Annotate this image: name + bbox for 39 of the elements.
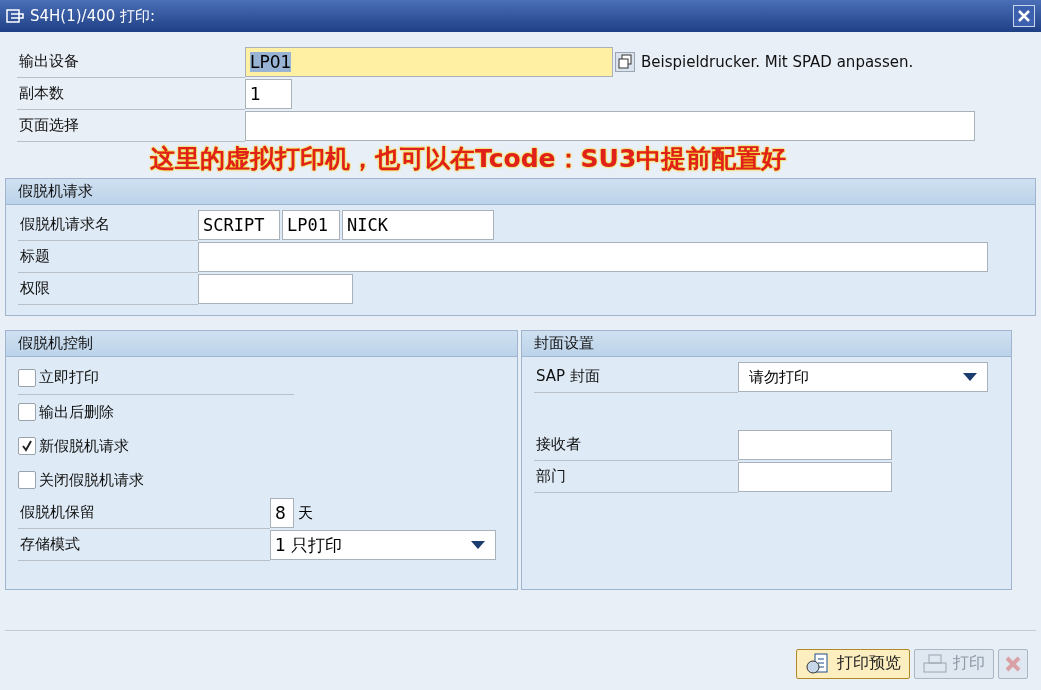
checkbox-label: 关闭假脱机请求	[39, 470, 144, 490]
dropdown-caret-icon	[471, 541, 485, 549]
cancel-button[interactable]	[998, 648, 1028, 679]
input-field[interactable]: LP01	[245, 47, 613, 77]
input-field[interactable]	[738, 462, 892, 492]
checkbox[interactable]	[18, 368, 36, 387]
annotation-text: 这里的虚拟打印机，也可以在Tcode：SU3中提前配置好	[149, 143, 788, 175]
input-field[interactable]	[245, 111, 975, 141]
document-icon	[805, 652, 831, 675]
input-field[interactable]	[198, 274, 353, 304]
input-field[interactable]: LP01	[282, 210, 340, 240]
checkbox-label: 新假脱机请求	[39, 436, 129, 456]
dropdown-caret-icon	[963, 373, 977, 381]
group-title: 假脱机控制	[6, 331, 517, 357]
window-title: S4H(1)/400 打印:	[30, 6, 157, 26]
print-preview-button[interactable]: 打印预览	[796, 648, 910, 679]
checkbox[interactable]	[18, 471, 36, 489]
input-field[interactable]	[738, 430, 892, 460]
printer-icon	[923, 653, 947, 674]
close-button[interactable]	[1013, 5, 1035, 27]
checkbox[interactable]	[18, 403, 36, 421]
input-field[interactable]	[198, 242, 988, 272]
checkbox-label: 输出后删除	[39, 402, 114, 422]
input-field[interactable]: 8	[270, 498, 294, 528]
input-field[interactable]: 1	[245, 79, 292, 109]
possible-values-icon[interactable]	[615, 52, 635, 72]
checkbox[interactable]	[18, 437, 36, 455]
close-icon	[1018, 10, 1030, 22]
checkbox-label: 立即打印	[39, 368, 99, 387]
group-title: 封面设置	[522, 331, 1011, 357]
dropdown-field[interactable]: 请勿打印	[738, 362, 988, 392]
input-field[interactable]: NICK	[342, 210, 494, 240]
dropdown-field[interactable]: 1 只打印	[270, 530, 496, 560]
unit-label: 天	[298, 503, 313, 523]
group-title: 假脱机请求	[6, 179, 1035, 205]
window-icon	[6, 9, 24, 23]
input-field[interactable]: SCRIPT	[198, 210, 280, 240]
device-description: Beispieldrucker. Mit SPAD anpassen.	[641, 53, 915, 71]
close-icon	[1005, 655, 1021, 672]
